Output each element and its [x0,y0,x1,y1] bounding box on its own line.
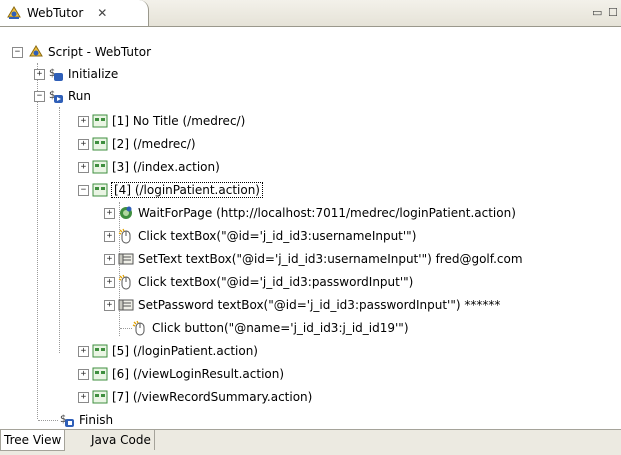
tree-root-label: Script - WebTutor [48,45,152,59]
tree-page-1[interactable]: + [1] No Title (/medrec/) [78,110,245,132]
tab-java-code[interactable]: Java Code [88,430,155,450]
tree-connector [120,328,132,329]
tree-item-label: [6] (/viewLoginResult.action) [112,367,285,381]
page-icon [92,183,108,197]
tree-step-waitforpage[interactable]: + WaitForPage (http://localhost:7011/med… [104,202,516,224]
tree-page-5[interactable]: + [5] (/loginPatient.action) [78,340,258,362]
maximize-icon[interactable]: ☐ [608,6,618,19]
expand-toggle[interactable]: + [78,391,89,403]
click-icon [118,228,131,244]
tree-connector [59,107,60,353]
page-icon [92,390,108,404]
page-icon [92,160,108,174]
click-icon [118,274,131,290]
expand-toggle[interactable]: + [104,253,115,265]
tree-step-settext-username[interactable]: + SetText textBox("@id='j_id_id3:usernam… [104,248,523,270]
close-icon[interactable]: ✕ [97,6,107,20]
tree-item-label: Click button("@name='j_id_id3:j_id_id19'… [152,321,409,335]
collapse-toggle[interactable]: − [12,46,23,58]
run-icon: $ [49,90,63,103]
editor-tab-bar: WebTutor ✕ ▭ ☐ [0,0,621,27]
script-tree: − Script - WebTutor + $ Initialize − $ R… [0,27,621,429]
collapse-toggle[interactable]: − [34,90,45,102]
tree-root-row[interactable]: − Script - WebTutor [12,41,151,63]
view-tabs: Tree View Java Code [0,429,621,455]
wait-icon [120,206,132,219]
tree-connector [37,63,38,419]
tree-page-3[interactable]: + [3] (/index.action) [78,156,220,178]
tree-step-click-button[interactable]: Click button("@name='j_id_id3:j_id_id19'… [132,317,409,339]
expand-toggle[interactable]: + [78,138,89,150]
tree-item-label: SetText textBox("@id='j_id_id3:usernameI… [138,252,523,266]
click-icon [132,320,145,336]
tree-page-2[interactable]: + [2] (/medrec/) [78,133,196,155]
tree-item-label-selected: [4] (/loginPatient.action) [111,182,263,198]
editor-tab-title: WebTutor [27,6,84,20]
tree-step-click-password[interactable]: + Click textBox("@id='j_id_id3:passwordI… [104,271,413,293]
expand-toggle[interactable]: + [78,161,89,173]
page-icon [92,367,108,381]
tree-item-label: [5] (/loginPatient.action) [112,344,258,358]
settext-icon [118,253,134,265]
tree-item-run[interactable]: − $ Run [34,85,91,107]
editor-tab-webtutor[interactable]: WebTutor ✕ [0,0,149,26]
tree-item-label: [1] No Title (/medrec/) [112,114,246,128]
expand-toggle[interactable]: + [78,345,89,357]
tree-page-7[interactable]: + [7] (/viewRecordSummary.action) [78,386,312,408]
tree-item-label: Finish [79,413,114,427]
tree-item-label: [7] (/viewRecordSummary.action) [112,390,313,404]
webtutor-icon [7,6,21,19]
expand-toggle[interactable]: + [104,276,115,288]
tree-item-label: SetPassword textBox("@id='j_id_id3:passw… [138,298,501,312]
tree-item-label: Click textBox("@id='j_id_id3:passwordInp… [138,275,414,289]
tree-page-4[interactable]: − [4] (/loginPatient.action) [78,179,263,201]
expand-toggle[interactable]: + [34,68,45,80]
initialize-icon: $ [49,68,63,81]
tab-tree-view[interactable]: Tree View [0,430,66,451]
tree-item-label: WaitForPage (http://localhost:7011/medre… [138,206,516,220]
tree-step-click-username[interactable]: + Click textBox("@id='j_id_id3:usernameI… [104,225,416,247]
expand-toggle[interactable]: + [104,207,115,219]
tree-item-label: Initialize [68,67,119,81]
settext-icon [118,299,134,311]
page-icon [92,344,108,358]
tree-connector [38,420,58,421]
expand-toggle[interactable]: + [78,115,89,127]
collapse-toggle[interactable]: − [78,184,89,196]
webtutor-icon [29,45,43,57]
minimize-icon[interactable]: ▭ [592,6,602,19]
page-icon [92,114,108,128]
tree-step-setpassword[interactable]: + SetPassword textBox("@id='j_id_id3:pas… [104,294,500,316]
tree-item-label: [3] (/index.action) [112,160,220,174]
tree-item-label: Run [68,89,92,103]
expand-toggle[interactable]: + [78,368,89,380]
finish-icon: $ [60,414,74,427]
tree-page-6[interactable]: + [6] (/viewLoginResult.action) [78,363,284,385]
tree-item-label: Click textBox("@id='j_id_id3:usernameInp… [138,229,417,243]
tree-item-initialize[interactable]: + $ Initialize [34,63,118,85]
tree-item-label: [2] (/medrec/) [112,137,196,151]
expand-toggle[interactable]: + [104,299,115,311]
expand-toggle[interactable]: + [104,230,115,242]
page-icon [92,137,108,151]
tree-item-finish[interactable]: $ Finish [59,409,113,431]
